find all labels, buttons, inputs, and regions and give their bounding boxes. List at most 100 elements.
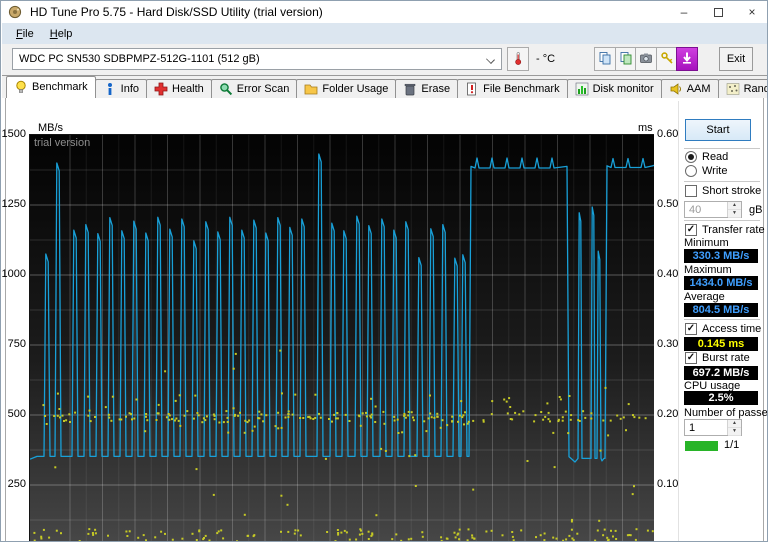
average-label: Average (684, 291, 725, 303)
tab-health[interactable]: Health (146, 79, 212, 98)
close-button[interactable]: × (735, 1, 767, 23)
progress-text: 1/1 (724, 439, 740, 451)
separator (684, 220, 760, 222)
access-time-value: 0.145 ms (684, 337, 758, 351)
tab-strip: Benchmark Info Health Error Scan Folder Usag… (2, 76, 767, 98)
access-time-box[interactable] (685, 323, 697, 335)
spin-down-icon[interactable]: ▼ (728, 210, 741, 218)
tab-info[interactable]: Info (94, 79, 147, 98)
access-time-checkbox[interactable]: Access time (685, 323, 761, 335)
menu-help[interactable]: Help (42, 26, 81, 42)
keys-icon (660, 51, 674, 68)
left-tick: 1000 (1, 268, 26, 280)
menu-file[interactable]: File (8, 26, 42, 42)
temperature-value: - °C (536, 53, 556, 65)
tab-label: Benchmark (32, 81, 88, 93)
trial-watermark: trial version (34, 137, 91, 149)
drive-select-value: WDC PC SN530 SDBPMPZ-512G-1101 (512 gB) (19, 53, 260, 65)
short-stroke-box[interactable] (685, 185, 697, 197)
bar-chart-icon (575, 82, 589, 96)
short-stroke-label: Short stroke (702, 185, 762, 197)
short-stroke-checkbox[interactable]: Short stroke (685, 185, 761, 197)
maximize-button[interactable] (701, 1, 735, 23)
tab-label: Info (120, 82, 139, 95)
maximum-value: 1434.0 MB/s (684, 276, 758, 290)
tab-erase[interactable]: Erase (395, 79, 459, 98)
trash-icon (403, 82, 417, 96)
thermometer-icon (511, 51, 525, 68)
minimize-button[interactable]: – (667, 1, 701, 23)
tab-label: Erase (421, 82, 451, 95)
content-right-border (763, 98, 764, 541)
chevron-down-icon (486, 55, 495, 64)
tab-label: Random Access (743, 82, 767, 95)
read-radio[interactable]: Read (685, 151, 728, 163)
health-cross-icon (154, 82, 168, 96)
short-stroke-spinner[interactable]: 40 ▲ ▼ (684, 201, 742, 218)
write-radio-circle[interactable] (685, 165, 697, 177)
spin-down-icon[interactable]: ▼ (728, 428, 741, 436)
info-icon (103, 82, 117, 96)
tab-aam[interactable]: AAM (660, 79, 719, 98)
start-button[interactable]: Start (685, 119, 751, 141)
right-axis-unit: ms (638, 122, 653, 134)
burst-rate-box[interactable] (685, 352, 697, 364)
read-radio-circle[interactable] (685, 151, 697, 163)
update-button[interactable] (676, 47, 698, 71)
app-window: HD Tune Pro 5.75 - Hard Disk/SSD Utility… (0, 0, 768, 542)
copy-image-icon (619, 51, 633, 68)
left-tick: 250 (7, 478, 26, 490)
left-tick: 1250 (1, 198, 26, 210)
passes-spinner[interactable]: 1 ▲ ▼ (684, 419, 742, 436)
transfer-rate-label: Transfer rate (702, 224, 765, 236)
burst-rate-label: Burst rate (702, 352, 750, 364)
minimum-label: Minimum (684, 237, 729, 249)
left-axis-unit: MB/s (38, 122, 64, 134)
tab-label: Folder Usage (322, 82, 389, 95)
register-button[interactable] (655, 47, 678, 71)
speaker-icon (669, 82, 683, 96)
left-tick: 750 (7, 338, 26, 350)
right-tick: 0.50 (657, 198, 679, 210)
progress-bar (685, 441, 718, 451)
left-tick: 1500 (1, 128, 26, 140)
right-tick: 0.60 (657, 128, 679, 140)
magnifier-icon (219, 82, 233, 96)
write-radio[interactable]: Write (685, 165, 727, 177)
transfer-rate-checkbox[interactable]: Transfer rate (685, 224, 765, 236)
folder-icon (304, 82, 318, 96)
tab-label: Health (172, 82, 204, 95)
separator (684, 148, 760, 150)
separator (684, 181, 760, 183)
exit-button[interactable]: Exit (719, 47, 753, 71)
maximum-label: Maximum (684, 264, 732, 276)
screenshot-button[interactable] (635, 47, 657, 71)
burst-rate-checkbox[interactable]: Burst rate (685, 352, 750, 364)
right-tick: 0.30 (657, 338, 679, 350)
cpu-usage-value: 2.5% (684, 391, 758, 405)
toolbar: WDC PC SN530 SDBPMPZ-512G-1101 (512 gB) … (2, 44, 767, 76)
drive-select[interactable]: WDC PC SN530 SDBPMPZ-512G-1101 (512 gB) (12, 48, 502, 70)
copy-text-button[interactable] (594, 47, 616, 71)
passes-value: 1 (689, 422, 696, 434)
short-stroke-unit: gB (749, 204, 763, 216)
tab-file-benchmark[interactable]: File Benchmark (457, 79, 568, 98)
spin-up-icon[interactable]: ▲ (728, 420, 741, 428)
tab-disk-monitor[interactable]: Disk monitor (566, 79, 662, 98)
app-icon (8, 5, 22, 19)
maximize-icon (713, 8, 723, 18)
spin-up-icon[interactable]: ▲ (728, 202, 741, 210)
panel-divider (678, 101, 679, 541)
tab-folder-usage[interactable]: Folder Usage (296, 79, 397, 98)
temperature-button[interactable] (507, 47, 529, 71)
right-tick: 0.20 (657, 408, 679, 420)
tab-error-scan[interactable]: Error Scan (210, 79, 298, 98)
access-time-label: Access time (702, 323, 762, 335)
tab-label: AAM (686, 82, 711, 95)
copy-image-button[interactable] (614, 47, 637, 71)
separator (684, 319, 760, 321)
tab-random-access[interactable]: Random Access (717, 79, 767, 98)
tab-benchmark[interactable]: Benchmark (6, 76, 96, 98)
transfer-rate-box[interactable] (685, 224, 697, 236)
burst-rate-value: 697.2 MB/s (684, 366, 758, 380)
